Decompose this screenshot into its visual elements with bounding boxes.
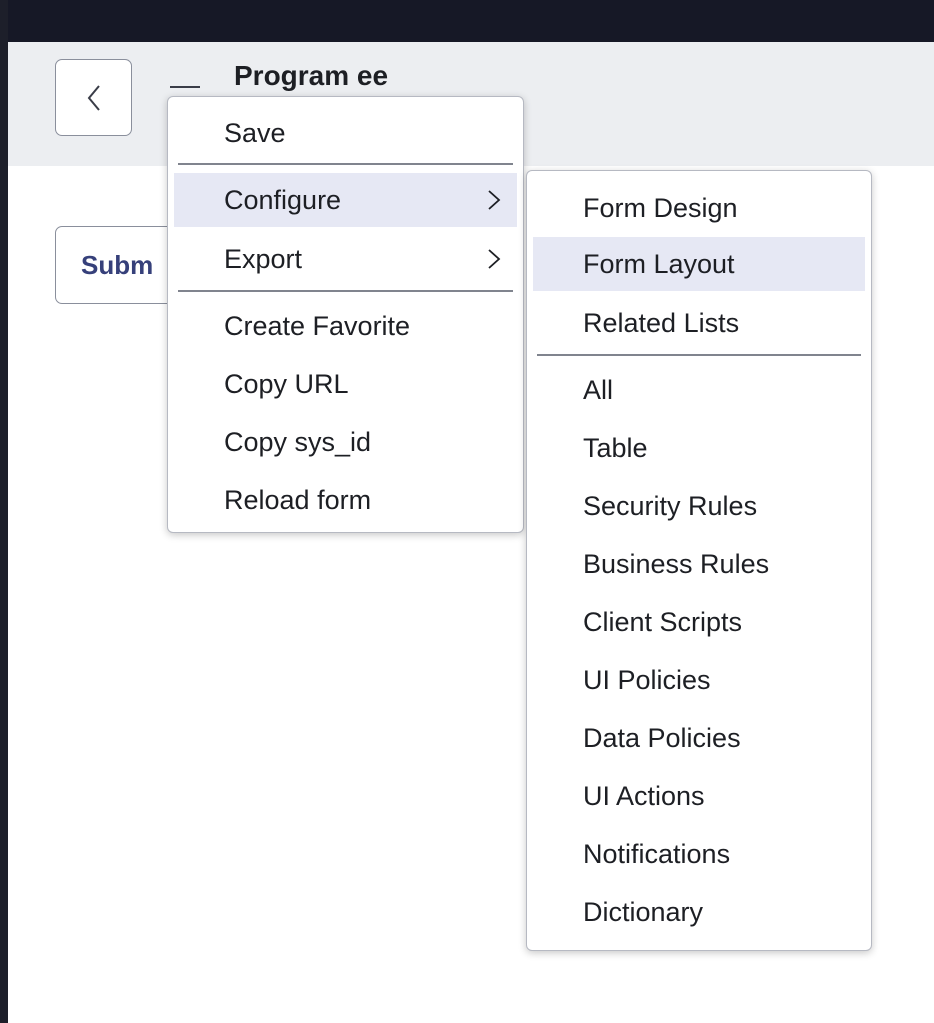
menu-item-label: Related Lists xyxy=(583,308,740,338)
submenu-item-notifications[interactable]: Notifications xyxy=(533,825,865,883)
submenu-item-form-layout[interactable]: Form Layout xyxy=(533,237,865,291)
submenu-item-data-policies[interactable]: Data Policies xyxy=(533,709,865,767)
menu-separator xyxy=(178,290,513,292)
submenu-item-related-lists[interactable]: Related Lists xyxy=(533,295,865,351)
menu-item-label: Form Design xyxy=(583,193,738,223)
menu-item-label: Data Policies xyxy=(583,723,741,753)
menu-item-label: Save xyxy=(224,118,286,148)
menu-item-label: All xyxy=(583,375,614,405)
left-rail xyxy=(0,0,8,1023)
submenu-item-ui-actions[interactable]: UI Actions xyxy=(533,767,865,825)
menu-item-reload-form[interactable]: Reload form xyxy=(174,471,517,529)
menu-item-label: Copy sys_id xyxy=(224,427,372,457)
submenu-item-business-rules[interactable]: Business Rules xyxy=(533,535,865,593)
submenu-item-form-design[interactable]: Form Design xyxy=(533,179,865,237)
menu-item-label: Table xyxy=(583,433,648,463)
configure-submenu: Form Design Form Layout Related Lists Al… xyxy=(526,170,872,951)
submenu-item-client-scripts[interactable]: Client Scripts xyxy=(533,593,865,651)
chevron-right-icon xyxy=(488,249,501,269)
submenu-item-ui-policies[interactable]: UI Policies xyxy=(533,651,865,709)
submenu-item-table[interactable]: Table xyxy=(533,419,865,477)
menu-item-label: UI Policies xyxy=(583,665,711,695)
menu-item-label: Security Rules xyxy=(583,491,758,521)
menu-item-label: Reload form xyxy=(224,485,372,515)
menu-item-configure[interactable]: Configure xyxy=(174,173,517,227)
submenu-item-security-rules[interactable]: Security Rules xyxy=(533,477,865,535)
chevron-right-icon xyxy=(488,190,501,210)
menu-item-save[interactable]: Save xyxy=(174,109,517,157)
submit-button-label: Subm xyxy=(81,250,154,280)
menu-separator xyxy=(178,163,513,165)
menu-item-export[interactable]: Export xyxy=(174,231,517,287)
back-button[interactable] xyxy=(55,59,132,136)
submenu-item-all[interactable]: All xyxy=(533,361,865,419)
menu-item-label: Copy URL xyxy=(224,369,349,399)
menu-item-label: Dictionary xyxy=(583,897,704,927)
menu-item-label: Notifications xyxy=(583,839,731,869)
menu-item-label: Client Scripts xyxy=(583,607,743,637)
menu-item-label: Business Rules xyxy=(583,549,770,579)
form-context-menu: Save Configure Export Create Favorite Co… xyxy=(167,96,524,533)
menu-item-create-favorite[interactable]: Create Favorite xyxy=(174,297,517,355)
menu-item-label: Configure xyxy=(224,185,342,215)
menu-item-label: Create Favorite xyxy=(224,311,411,341)
menu-item-copy-sys-id[interactable]: Copy sys_id xyxy=(174,413,517,471)
menu-separator xyxy=(537,354,861,356)
page-title: Program ee xyxy=(234,60,389,91)
submenu-item-dictionary[interactable]: Dictionary xyxy=(533,883,865,941)
menu-item-copy-url[interactable]: Copy URL xyxy=(174,355,517,413)
chevron-left-icon xyxy=(87,84,100,111)
menu-item-label: Export xyxy=(224,244,303,274)
submit-button[interactable]: Subm xyxy=(55,226,185,304)
menu-item-label: Form Layout xyxy=(583,249,735,279)
form-context-menu-trigger[interactable] xyxy=(170,86,200,88)
menu-item-label: UI Actions xyxy=(583,781,705,811)
top-navigation-bar xyxy=(8,0,934,42)
